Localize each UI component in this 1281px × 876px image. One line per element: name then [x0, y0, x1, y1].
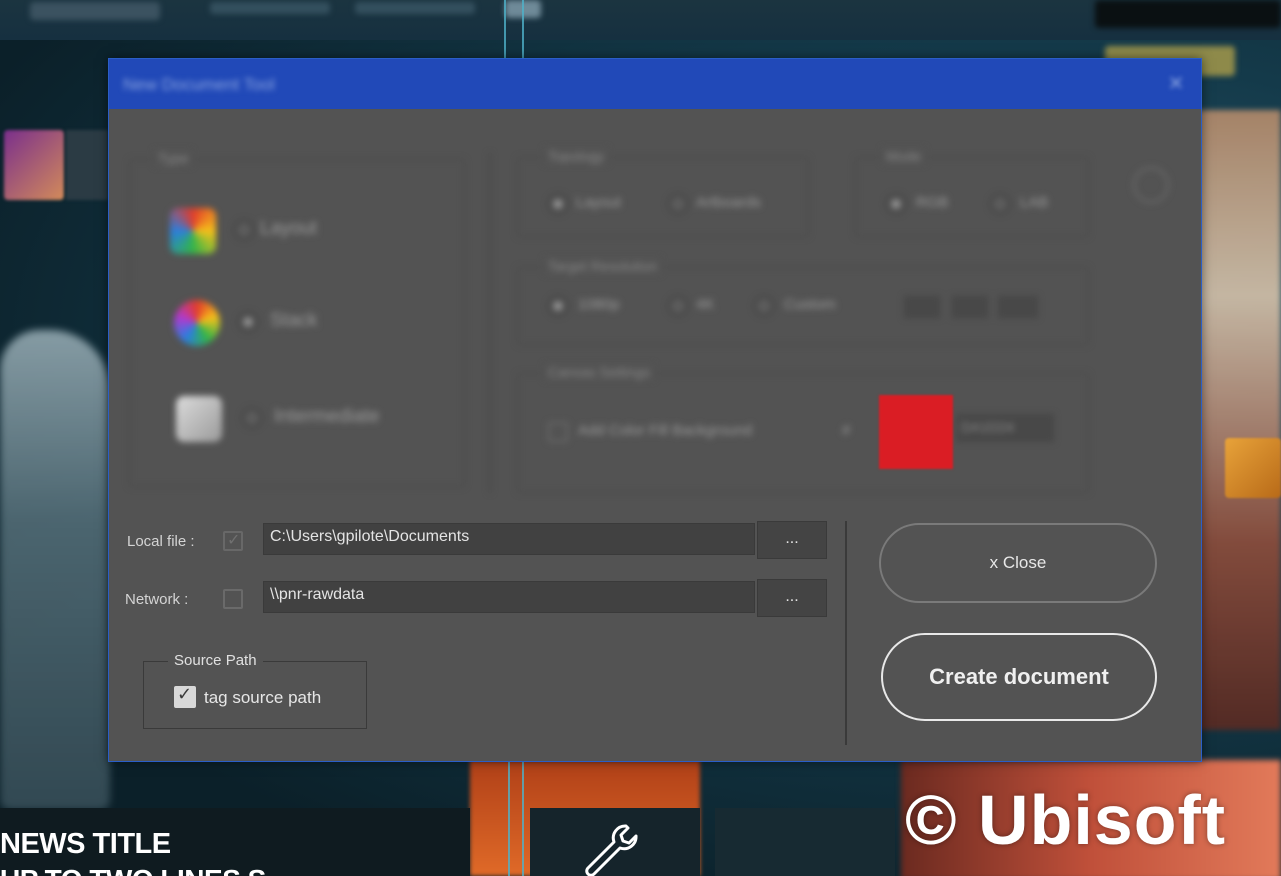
network-browse-button[interactable]: ... [757, 579, 827, 617]
menu-item-blur [30, 2, 160, 20]
player-portrait [4, 130, 64, 200]
mode-rgb-label: RGB [916, 194, 949, 211]
resolution-1080p-radio[interactable] [548, 296, 568, 316]
type-layout-label: Layout [260, 218, 318, 239]
resolution-group-label: Target Resolution [544, 258, 661, 274]
mode-group: Mode RGB LAB [855, 148, 1089, 237]
type-intermediate-label: Intermediate [274, 406, 380, 427]
topology-artboards-label: Artboards [696, 194, 762, 211]
topology-artboards-radio[interactable] [668, 194, 688, 214]
custom-dropdown[interactable] [998, 296, 1038, 318]
type-group: Type Layout Stack Intermediate [129, 150, 465, 487]
guide-line [522, 762, 524, 876]
resolution-4k-radio[interactable] [668, 296, 688, 316]
news-title: NEWS TITLE [0, 828, 171, 860]
resolution-4k-label: 4K [696, 296, 715, 313]
hex-input[interactable]: DA1D24 [956, 414, 1054, 442]
character-right [1196, 110, 1281, 730]
stack-icon [174, 300, 220, 346]
topology-group-label: Topology [544, 148, 609, 164]
tag-source-checkbox[interactable] [174, 684, 196, 708]
player-status [66, 130, 108, 200]
tag-source-label: tag source path [204, 688, 322, 707]
action-divider [845, 521, 847, 745]
info-tile [715, 808, 895, 876]
guide-line [508, 762, 510, 876]
topology-group: Topology Layout Artboards [517, 148, 809, 237]
reward-icon [1225, 438, 1281, 498]
intermediate-icon [176, 396, 222, 442]
canvas-group-label: Canvas Settings [544, 364, 654, 380]
network-label: Network : [125, 591, 189, 608]
news-subtitle: UP TO TWO LINES S [0, 864, 266, 876]
source-path-group: Source Path tag source path [143, 652, 367, 729]
guide-line [522, 0, 524, 58]
hash-label: # [842, 422, 851, 439]
type-stack-radio[interactable] [238, 312, 258, 332]
mode-lab-radio[interactable] [990, 194, 1010, 214]
create-document-button[interactable]: Create document [881, 633, 1157, 721]
help-icon[interactable] [1133, 167, 1169, 203]
type-group-label: Type [154, 150, 193, 166]
local-file-checkbox[interactable] [223, 530, 243, 551]
resolution-1080p-label: 1080p [578, 296, 620, 313]
dialog-title: New Document Tool [123, 75, 275, 94]
close-button[interactable]: x Close [879, 523, 1157, 603]
topology-layout-label: Layout [576, 194, 622, 211]
layout-icon [170, 208, 216, 254]
topology-layout-radio[interactable] [548, 194, 568, 214]
top-menu-bar [0, 0, 1281, 40]
network-path-input[interactable]: \\pnr-rawdata [263, 581, 755, 613]
mode-rgb-radio[interactable] [886, 194, 906, 214]
width-input[interactable] [904, 296, 940, 318]
character-left [0, 330, 110, 810]
copyright-watermark: © Ubisoft [905, 781, 1227, 859]
wrench-icon [585, 824, 638, 876]
resolution-group: Target Resolution 1080p 4K Custom [517, 258, 1089, 345]
close-icon[interactable]: ✕ [1165, 73, 1187, 95]
local-browse-button[interactable]: ... [757, 521, 827, 559]
menu-item-blur [355, 2, 475, 14]
menu-item-blur [210, 2, 330, 14]
new-document-dialog: New Document Tool ✕ Type Layout Stack In… [108, 58, 1202, 762]
local-file-label: Local file : [127, 533, 195, 550]
top-right-panel [1095, 0, 1281, 28]
resolution-custom-radio[interactable] [754, 296, 774, 316]
network-checkbox[interactable] [223, 589, 243, 609]
guide-line [504, 0, 506, 58]
type-stack-label: Stack [270, 310, 318, 331]
divider [489, 153, 491, 493]
resolution-custom-label: Custom [784, 296, 836, 313]
color-fill-label: Add Color Fill Background [578, 422, 753, 439]
color-fill-checkbox[interactable] [548, 422, 568, 442]
type-intermediate-radio[interactable] [242, 408, 262, 428]
color-swatch[interactable] [879, 395, 953, 469]
type-layout-radio[interactable] [234, 220, 254, 240]
height-input[interactable] [952, 296, 988, 318]
canvas-group: Canvas Settings Add Color Fill Backgroun… [517, 364, 1089, 493]
local-path-input[interactable]: C:\Users\gpilote\Documents [263, 523, 755, 555]
mode-lab-label: LAB [1020, 194, 1049, 211]
mode-group-label: Mode [882, 148, 926, 164]
dialog-titlebar: New Document Tool ✕ [109, 59, 1201, 109]
source-path-legend: Source Path [168, 652, 263, 669]
